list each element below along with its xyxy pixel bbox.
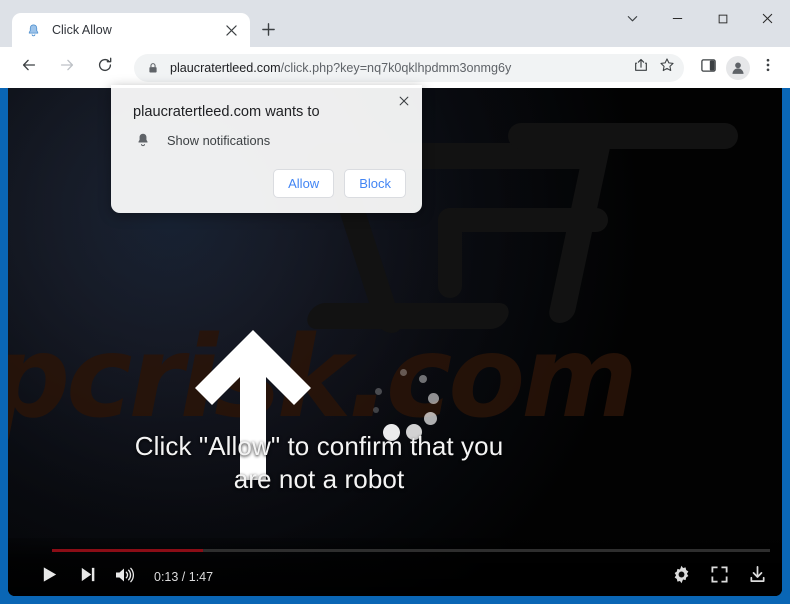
progress-bar-track[interactable] (52, 549, 770, 552)
side-panel-button[interactable] (694, 54, 722, 82)
tab-title: Click Allow (52, 23, 112, 37)
fullscreen-icon (710, 565, 729, 589)
forward-button[interactable] (52, 53, 82, 83)
minimize-button[interactable] (655, 0, 700, 42)
next-track-button[interactable] (68, 560, 106, 594)
permission-request-row: Show notifications (133, 130, 270, 150)
back-button[interactable] (14, 53, 44, 83)
maximize-button[interactable] (700, 0, 745, 42)
progress-bar-fill (52, 549, 203, 552)
bell-icon (133, 130, 153, 150)
message-line-2: are not a robot (233, 463, 405, 494)
browser-window: Click Allow plaucratertleed.com/click.ph… (0, 0, 790, 604)
fullscreen-button[interactable] (700, 560, 738, 594)
bg-shape (508, 123, 738, 149)
dialog-close-button[interactable] (392, 91, 416, 115)
permission-request-label: Show notifications (167, 132, 271, 148)
bg-shape (438, 208, 608, 232)
lock-icon (146, 61, 160, 75)
video-controls: 0:13 / 1:47 (8, 538, 782, 596)
volume-button[interactable] (106, 560, 144, 594)
play-button[interactable] (30, 560, 68, 594)
forward-arrow-icon (58, 56, 76, 79)
call-to-action-message: Click "Allow" to confirm that you are no… (8, 430, 782, 496)
url-domain: plaucratertleed.com (170, 60, 281, 75)
back-arrow-icon (20, 56, 38, 79)
plus-icon (261, 22, 276, 42)
allow-button[interactable]: Allow (273, 169, 335, 198)
address-bar[interactable]: plaucratertleed.com/click.php?key=nq7k0q… (134, 53, 684, 82)
url-path: /click.php?key=nq7k0qklhpdmm3onmg6y (280, 60, 512, 75)
browser-toolbar: plaucratertleed.com/click.php?key=nq7k0q… (0, 47, 790, 88)
reload-button[interactable] (90, 53, 120, 83)
maximize-icon (717, 12, 729, 30)
chevron-down-icon (626, 12, 639, 30)
gear-icon (672, 565, 691, 589)
download-icon (748, 565, 767, 589)
settings-button[interactable] (662, 560, 700, 594)
close-icon (398, 94, 410, 112)
close-icon (761, 12, 774, 30)
chrome-menu-button[interactable] (754, 54, 782, 82)
three-dots-icon (760, 57, 776, 78)
bg-shape (438, 208, 462, 298)
side-panel-icon (700, 57, 717, 79)
minimize-icon (671, 12, 684, 30)
notification-permission-dialog: plaucratertleed.com wants to Show notifi… (111, 85, 422, 213)
reload-icon (96, 56, 114, 79)
bell-favicon-icon (25, 22, 42, 39)
avatar-icon (726, 55, 750, 80)
share-button[interactable] (628, 55, 654, 81)
video-controls-row: 0:13 / 1:47 (8, 559, 782, 595)
dialog-title: plaucratertleed.com wants to (133, 104, 320, 120)
star-icon (659, 57, 675, 78)
dialog-buttons: Allow Block (273, 169, 406, 198)
play-icon (40, 565, 59, 589)
volume-icon (114, 565, 136, 590)
time-display: 0:13 / 1:47 (154, 570, 214, 584)
tab-strip: Click Allow (0, 0, 790, 47)
download-button[interactable] (738, 560, 776, 594)
tab-search-button[interactable] (610, 0, 655, 42)
next-track-icon (78, 565, 97, 589)
url-text: plaucratertleed.com/click.php?key=nq7k0q… (170, 61, 628, 75)
toolbar-right-icons (692, 54, 790, 82)
pcrisk-watermark: pcrisk.com (8, 313, 638, 443)
close-window-button[interactable] (745, 0, 790, 42)
window-controls (610, 0, 790, 42)
block-button[interactable]: Block (344, 169, 406, 198)
browser-tab[interactable]: Click Allow (12, 13, 250, 47)
profile-button[interactable] (724, 54, 752, 82)
message-line-1: Click "Allow" to confirm that you (134, 431, 504, 461)
bookmark-button[interactable] (654, 55, 680, 81)
new-tab-button[interactable] (256, 19, 281, 44)
share-icon (633, 57, 649, 78)
tab-close-icon[interactable] (223, 22, 240, 39)
